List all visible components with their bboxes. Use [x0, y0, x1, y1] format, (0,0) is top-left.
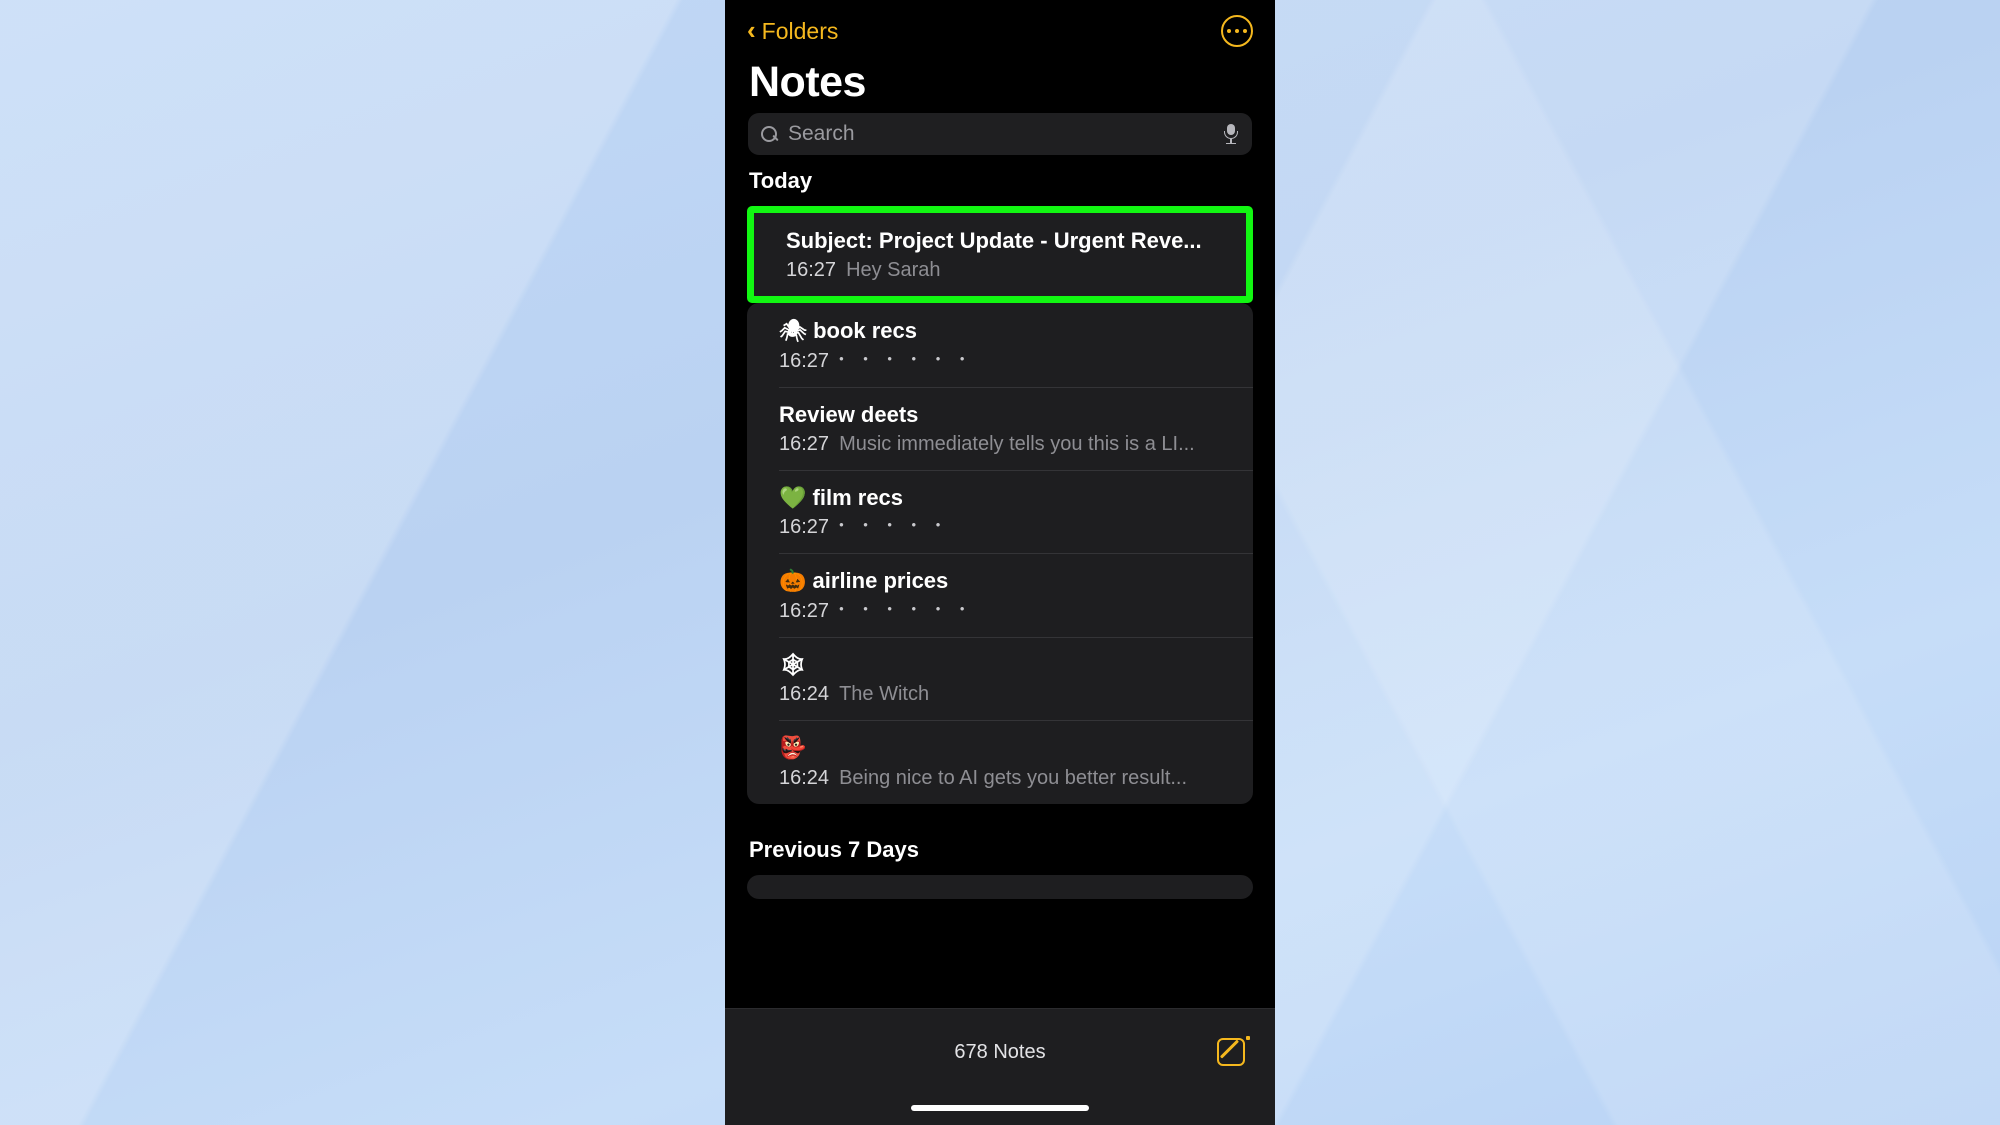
- section-header-today: Today: [749, 168, 813, 193]
- note-subtitle: 16:27 Hey Sarah: [786, 259, 1246, 282]
- note-title: 🕸: [779, 651, 1253, 680]
- note-subtitle: 16:27 • • • • •: [779, 516, 1253, 539]
- home-indicator[interactable]: [911, 1105, 1089, 1111]
- search-placeholder: Search: [788, 122, 855, 145]
- note-title: 💚 film recs: [779, 484, 1253, 513]
- note-subtitle: 16:27 • • • • • •: [779, 350, 1253, 373]
- note-preview: The Witch: [839, 683, 930, 705]
- note-row[interactable]: 🎃 airline prices 16:27 • • • • • •: [747, 553, 1253, 637]
- note-title: 🕷 book recs: [779, 317, 1253, 346]
- phone-screen: ‹ Folders Notes Search Today Subject: Pr…: [725, 0, 1275, 1125]
- notes-card-today: 🕷 book recs 16:27 • • • • • • Review dee…: [747, 303, 1253, 804]
- notes-list[interactable]: Today Subject: Project Update - Urgent R…: [725, 168, 1275, 899]
- note-preview: Music immediately tells you this is a LI…: [839, 432, 1195, 455]
- note-time: 16:27: [779, 349, 830, 372]
- note-subtitle: 16:24 The Witch: [779, 683, 1253, 706]
- chevron-left-icon: ‹: [747, 15, 756, 45]
- note-time: 16:27: [779, 599, 830, 622]
- ellipsis-dots: [1227, 28, 1247, 34]
- note-title: Subject: Project Update - Urgent Reve...: [786, 228, 1202, 253]
- microphone-icon[interactable]: [1223, 124, 1239, 145]
- search-icon: [761, 125, 778, 143]
- navigation-bar: ‹ Folders: [725, 0, 1275, 62]
- note-preview: • • • • • •: [839, 350, 973, 366]
- ellipsis-circle-icon[interactable]: [1221, 15, 1253, 47]
- note-time: 16:27: [786, 259, 837, 281]
- note-row[interactable]: Review deets 16:27 Music immediately tel…: [747, 386, 1253, 470]
- note-time: 16:27: [779, 432, 830, 455]
- note-emoji: 👺: [779, 736, 807, 761]
- note-title: 👺: [779, 734, 1253, 763]
- note-emoji: 🎃: [779, 569, 807, 594]
- note-time: 16:24: [779, 766, 830, 789]
- note-preview: • • • • • •: [839, 600, 973, 616]
- compose-note-icon[interactable]: [1217, 1035, 1251, 1069]
- note-row[interactable]: 🕷 book recs 16:27 • • • • • •: [747, 303, 1253, 387]
- note-title: 🎃 airline prices: [779, 567, 1253, 596]
- notes-count-label: 678 Notes: [954, 1041, 1046, 1063]
- note-title: Review deets: [779, 401, 919, 427]
- note-subtitle: 16:24 Being nice to AI gets you better r…: [779, 767, 1253, 790]
- bottom-toolbar: 678 Notes: [725, 1008, 1275, 1125]
- note-emoji: 🕷: [779, 319, 807, 344]
- note-title-text: book recs: [813, 318, 917, 343]
- note-row[interactable]: 👺 16:24 Being nice to AI gets you better…: [747, 720, 1253, 804]
- note-subtitle: 16:27 Music immediately tells you this i…: [779, 433, 1253, 456]
- note-subtitle: 16:27 • • • • • •: [779, 600, 1253, 623]
- search-input[interactable]: Search: [748, 113, 1252, 155]
- page-title: Notes: [749, 58, 866, 106]
- back-button-label: Folders: [761, 17, 839, 44]
- note-row-selected[interactable]: Subject: Project Update - Urgent Reve...…: [754, 213, 1246, 296]
- selection-highlight-box: Subject: Project Update - Urgent Reve...…: [747, 206, 1253, 303]
- note-time: 16:24: [779, 683, 830, 705]
- note-emoji: 🕸: [779, 652, 807, 678]
- back-to-folders-button[interactable]: ‹ Folders: [747, 15, 839, 45]
- notes-card-previous-7-days[interactable]: [747, 874, 1253, 899]
- note-preview: Hey Sarah: [846, 259, 941, 281]
- note-row[interactable]: 🕸 16:24 The Witch: [747, 636, 1253, 721]
- note-row[interactable]: 💚 film recs 16:27 • • • • •: [747, 469, 1253, 554]
- section-header-previous-7-days: Previous 7 Days: [749, 836, 919, 862]
- note-preview: Being nice to AI gets you better result.…: [839, 766, 1188, 789]
- note-time: 16:27: [779, 516, 830, 538]
- note-title-text: airline prices: [812, 568, 949, 593]
- note-title-text: film recs: [812, 484, 904, 510]
- note-emoji: 💚: [779, 485, 807, 511]
- note-preview: • • • • •: [839, 517, 949, 532]
